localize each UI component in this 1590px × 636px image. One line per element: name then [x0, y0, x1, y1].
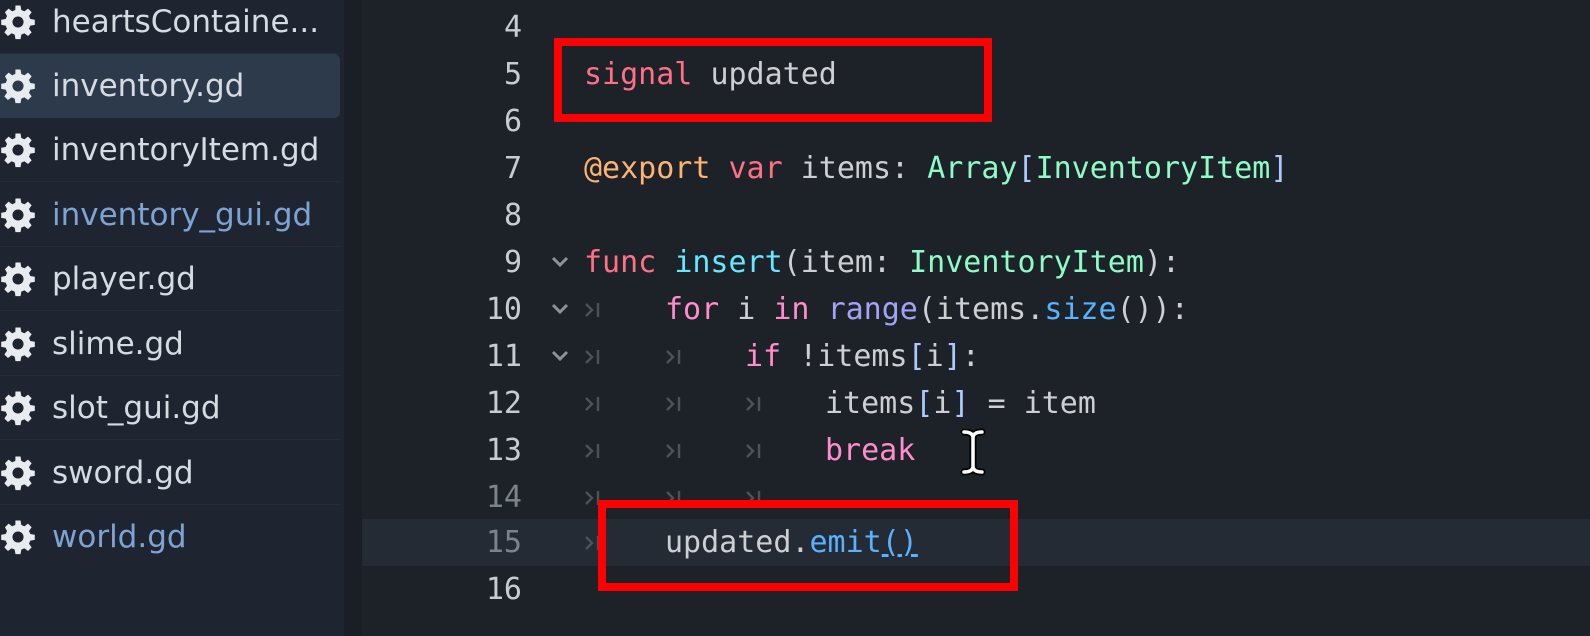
tab-indent-icon	[584, 443, 602, 459]
gear-icon	[0, 326, 36, 362]
line-number: 4	[503, 10, 522, 45]
highlight-box-emit	[598, 500, 1018, 591]
code-line[interactable]: 7 @export var items: Array[InventoryItem…	[362, 145, 1590, 192]
gear-icon	[0, 261, 36, 297]
file-item-label: player.gd	[52, 261, 196, 297]
file-item-label: inventory.gd	[52, 68, 245, 104]
code-text: @export var items: Array[InventoryItem]	[584, 151, 1289, 186]
file-item-hearts-container[interactable]: heartsContaine...	[0, 0, 340, 54]
line-number: 6	[503, 104, 522, 139]
file-item-label: sword.gd	[52, 455, 194, 491]
file-item-slime[interactable]: slime.gd	[0, 312, 340, 376]
script-editor-app: heartsContaine... inventory.gd inventory…	[0, 0, 1590, 636]
highlight-box-signal	[554, 38, 992, 122]
line-number: 10	[485, 292, 522, 327]
code-line[interactable]: 12 items[i] = item	[362, 380, 1590, 427]
gear-icon	[0, 68, 36, 104]
code-text: items[i] = item	[825, 386, 1096, 421]
line-number: 7	[503, 151, 522, 186]
file-item-inventory-item[interactable]: inventoryItem.gd	[0, 118, 340, 182]
line-number: 11	[485, 339, 522, 374]
tab-indent-icon	[745, 443, 763, 459]
file-item-label: inventoryItem.gd	[52, 132, 320, 168]
gear-icon	[0, 390, 36, 426]
gear-icon	[0, 197, 36, 233]
code-line[interactable]: 9 func insert(item: InventoryItem):	[362, 239, 1590, 286]
code-text: break	[825, 433, 916, 468]
code-text: for i in range(items.size()):	[665, 292, 1189, 327]
file-item-label: world.gd	[52, 519, 187, 555]
code-text: func insert(item: InventoryItem):	[584, 245, 1181, 280]
line-number: 9	[503, 245, 522, 280]
tab-indent-icon	[584, 349, 602, 365]
tab-indent-icon	[584, 302, 602, 318]
code-line[interactable]: 10 for i in range(items.size()):	[362, 286, 1590, 333]
tab-indent-icon	[665, 443, 683, 459]
gear-icon	[0, 4, 36, 40]
line-number: 8	[503, 198, 522, 233]
code-line[interactable]: 8	[362, 192, 1590, 239]
tab-indent-icon	[665, 349, 683, 365]
text-cursor-icon	[960, 428, 986, 476]
file-item-sword[interactable]: sword.gd	[0, 441, 340, 505]
file-item-inventory[interactable]: inventory.gd	[0, 54, 340, 118]
tab-indent-icon	[665, 396, 683, 412]
file-item-label: heartsContaine...	[52, 4, 320, 40]
code-text: if !items[i]:	[745, 339, 980, 374]
file-item-slot-gui[interactable]: slot_gui.gd	[0, 376, 340, 440]
gear-icon	[0, 132, 36, 168]
gear-icon	[0, 519, 36, 555]
file-item-label: slime.gd	[52, 326, 184, 362]
file-item-world[interactable]: world.gd	[0, 505, 340, 569]
file-item-label: inventory_gui.gd	[52, 197, 313, 233]
script-file-list: heartsContaine... inventory.gd inventory…	[0, 0, 344, 636]
fold-chevron-icon[interactable]	[550, 299, 570, 319]
line-number: 15	[485, 525, 522, 560]
file-item-player[interactable]: player.gd	[0, 247, 340, 311]
line-number: 16	[485, 572, 522, 607]
file-item-inventory-gui[interactable]: inventory_gui.gd	[0, 183, 340, 247]
code-editor[interactable]: 4 5 signal updated 6 7 @export var items…	[362, 0, 1590, 636]
line-number: 14	[485, 480, 522, 515]
gear-icon	[0, 455, 36, 491]
line-number: 5	[503, 57, 522, 92]
file-item-label: slot_gui.gd	[52, 390, 221, 426]
line-number: 12	[485, 386, 522, 421]
line-number: 13	[485, 433, 522, 468]
code-line[interactable]: 11 if !items[i]:	[362, 333, 1590, 380]
tab-indent-icon	[745, 396, 763, 412]
tab-indent-icon	[584, 396, 602, 412]
fold-chevron-icon[interactable]	[550, 346, 570, 366]
panel-splitter[interactable]	[344, 0, 362, 636]
fold-chevron-icon[interactable]	[550, 252, 570, 272]
